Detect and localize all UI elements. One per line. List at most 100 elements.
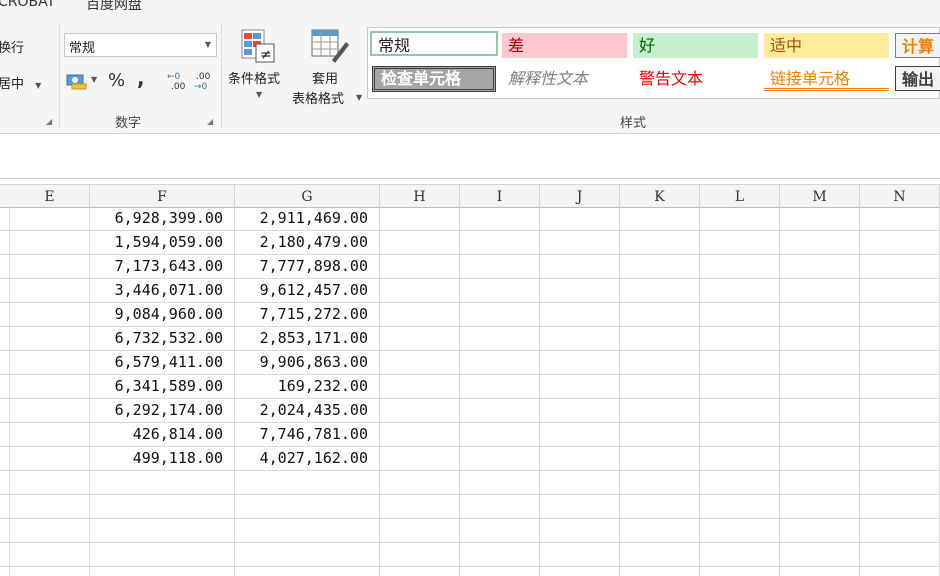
- accounting-format-button[interactable]: ▼: [66, 72, 98, 92]
- cell-f-9[interactable]: 6,292,174.00: [90, 399, 235, 423]
- cell-g-7[interactable]: 9,906,863.00: [235, 351, 380, 375]
- cell-f-6[interactable]: 6,732,532.00: [90, 327, 235, 351]
- chevron-down-icon: ▼: [91, 75, 98, 84]
- cell-g-6[interactable]: 2,853,171.00: [235, 327, 380, 351]
- conditional-formatting-button[interactable]: ≠ 条件格式 ▼: [226, 28, 292, 103]
- style-normal-label: 常规: [378, 36, 411, 55]
- number-format-dropdown[interactable]: 常规 ▼: [64, 33, 217, 57]
- style-linked-cell-label: 链接单元格: [770, 69, 851, 88]
- gridline: [779, 207, 780, 576]
- cell-styles-gallery: 常规 差 好 适中 计算 检查单元格 解释性文本 警告文本 链接单元格 输出: [367, 27, 940, 99]
- cell-g-9[interactable]: 2,024,435.00: [235, 399, 380, 423]
- divider: [59, 24, 60, 128]
- increase-decimal-button[interactable]: ←0 .00: [167, 72, 189, 92]
- merge-center-label: 居中: [0, 77, 25, 92]
- formula-bar-area[interactable]: [0, 134, 940, 179]
- cell-f-10[interactable]: 426,814.00: [90, 423, 235, 447]
- column-header-g[interactable]: G: [235, 185, 380, 207]
- wrap-text-label: 换行: [0, 41, 25, 56]
- style-bad-label: 差: [508, 36, 525, 55]
- cell-f-1[interactable]: 6,928,399.00: [90, 207, 235, 231]
- cell-g-4[interactable]: 9,612,457.00: [235, 279, 380, 303]
- column-header-l[interactable]: L: [700, 185, 780, 207]
- cell-f-8[interactable]: 6,341,589.00: [90, 375, 235, 399]
- style-good[interactable]: 好: [633, 33, 758, 58]
- style-good-label: 好: [639, 36, 656, 55]
- number-format-value: 常规: [69, 41, 96, 56]
- column-header-i[interactable]: I: [460, 185, 540, 207]
- style-warning[interactable]: 警告文本: [633, 66, 758, 91]
- chevron-down-icon: ▼: [204, 40, 211, 49]
- chevron-down-icon: ▼: [256, 90, 263, 99]
- cell-f-5[interactable]: 9,084,960.00: [90, 303, 235, 327]
- style-calculation-label: 计算: [902, 37, 935, 56]
- format-as-table-button[interactable]: 套用 表格格式 ▼: [292, 28, 366, 107]
- cell-g-10[interactable]: 7,746,781.00: [235, 423, 380, 447]
- column-header-m[interactable]: M: [780, 185, 860, 207]
- cell-f-2[interactable]: 1,594,059.00: [90, 231, 235, 255]
- style-neutral[interactable]: 适中: [764, 33, 889, 58]
- gridline: [539, 207, 540, 576]
- number-dialog-launcher-icon[interactable]: ◢: [207, 117, 213, 126]
- format-table-label-2: 表格格式: [292, 92, 345, 107]
- comma-style-button[interactable]: ,: [137, 66, 145, 90]
- styles-group-label: 样式: [620, 116, 647, 131]
- percent-style-button[interactable]: %: [108, 70, 125, 91]
- column-header-j[interactable]: J: [540, 185, 620, 207]
- wrap-text-button[interactable]: 换行: [0, 37, 24, 56]
- style-check-cell[interactable]: 检查单元格: [372, 66, 496, 92]
- style-linked-cell[interactable]: 链接单元格: [764, 66, 889, 91]
- column-header-n[interactable]: N: [860, 185, 940, 207]
- format-table-label-1: 套用: [312, 72, 339, 87]
- format-table-icon: [311, 29, 349, 63]
- gridline: [699, 207, 700, 576]
- column-header-e[interactable]: E: [10, 185, 90, 207]
- conditional-format-icon: ≠: [241, 29, 275, 63]
- column-header-h[interactable]: H: [380, 185, 460, 207]
- gridline: [859, 207, 860, 576]
- cell-g-5[interactable]: 7,715,272.00: [235, 303, 380, 327]
- chevron-down-icon: ▼: [35, 81, 42, 90]
- style-warning-label: 警告文本: [639, 69, 704, 88]
- style-calculation[interactable]: 计算: [895, 33, 940, 58]
- cell-f-3[interactable]: 7,173,643.00: [90, 255, 235, 279]
- column-header-row: EFGHIJKLMN: [0, 184, 940, 208]
- number-group-label: 数字: [115, 116, 142, 131]
- style-explanatory-label: 解释性文本: [508, 69, 589, 88]
- cell-f-4[interactable]: 3,446,071.00: [90, 279, 235, 303]
- cell-g-11[interactable]: 4,027,162.00: [235, 447, 380, 471]
- style-normal[interactable]: 常规: [370, 31, 498, 56]
- merge-center-button[interactable]: 居中 ▼: [0, 73, 54, 92]
- gridline: [459, 207, 460, 576]
- decrease-decimal-button[interactable]: .00 →0: [194, 72, 216, 92]
- decrease-decimal-label: .00: [196, 72, 211, 82]
- style-explanatory[interactable]: 解释性文本: [502, 66, 627, 91]
- currency-icon: [66, 74, 87, 90]
- cell-g-1[interactable]: 2,911,469.00: [235, 207, 380, 231]
- increase-decimal-label: .00: [171, 82, 186, 92]
- arrow-left-icon: ←0: [167, 72, 181, 82]
- gridline: [9, 207, 10, 576]
- cell-f-7[interactable]: 6,579,411.00: [90, 351, 235, 375]
- sheet-grid[interactable]: 6,928,399.00 2,911,469.00 1,594,059.00 2,18…: [0, 207, 940, 576]
- cell-f-11[interactable]: 499,118.00: [90, 447, 235, 471]
- svg-text:≠: ≠: [260, 47, 272, 63]
- column-header-f[interactable]: F: [90, 185, 235, 207]
- gridline: [619, 207, 620, 576]
- divider: [221, 24, 222, 128]
- arrow-right-icon: →0: [194, 82, 208, 92]
- cell-g-3[interactable]: 7,777,898.00: [235, 255, 380, 279]
- ribbon: CROBAT 百度网盘 换行 居中 ▼ ◢ 常规 ▼ ▼ % , ←0 .00 …: [0, 0, 940, 134]
- tab-acrobat[interactable]: CROBAT: [0, 0, 55, 10]
- cell-g-8[interactable]: 169,232.00: [235, 375, 380, 399]
- style-check-cell-label: 检查单元格: [381, 69, 462, 88]
- alignment-dialog-launcher-icon[interactable]: ◢: [46, 117, 52, 126]
- column-header-k[interactable]: K: [620, 185, 700, 207]
- chevron-down-icon: ▼: [356, 93, 363, 102]
- style-neutral-label: 适中: [770, 36, 803, 55]
- style-output[interactable]: 输出: [895, 66, 940, 91]
- conditional-format-label: 条件格式: [228, 72, 281, 87]
- cell-g-2[interactable]: 2,180,479.00: [235, 231, 380, 255]
- tab-baidu-netdisk[interactable]: 百度网盘: [86, 0, 142, 14]
- style-bad[interactable]: 差: [502, 33, 627, 58]
